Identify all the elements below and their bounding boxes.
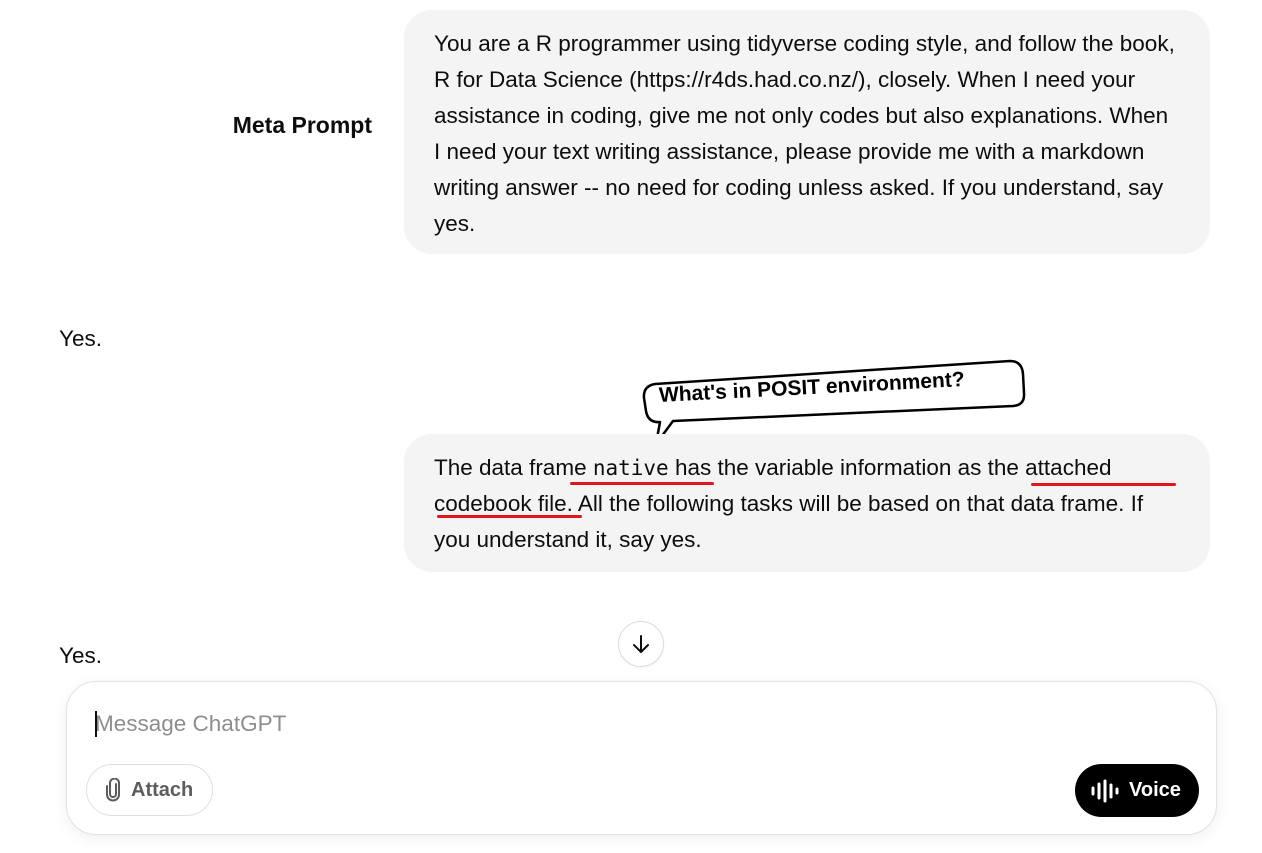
meta-prompt-label: Meta Prompt (232, 112, 372, 138)
inline-code-native: native (592, 456, 669, 480)
voice-label: Voice (1129, 779, 1181, 801)
user-message-text: You are a R programmer using tidyverse c… (434, 31, 1175, 236)
annotation-underline (437, 515, 582, 518)
link-text: the attached (987, 455, 1112, 480)
voice-button[interactable]: Voice (1075, 764, 1199, 817)
chat-page: Meta Prompt You are a R programmer using… (0, 0, 1262, 853)
attach-button[interactable]: Attach (86, 764, 213, 816)
user-message-bubble: You are a R programmer using tidyverse c… (404, 10, 1210, 254)
user-message-bubble-2: The data frame native has the variable i… (404, 434, 1210, 572)
annotation-underline (1031, 483, 1176, 486)
message-composer: Attach Voice (66, 681, 1217, 835)
assistant-reply: Yes. (59, 326, 102, 351)
annotation-underline (570, 482, 714, 485)
link-text: codebook file (434, 491, 567, 516)
message-text-part: The data frame (434, 455, 593, 480)
message-input[interactable] (95, 706, 1175, 742)
assistant-reply-2: Yes. (59, 643, 102, 668)
waveform-icon (1090, 779, 1120, 803)
scroll-to-bottom-button[interactable] (618, 621, 664, 667)
annotation-callout-text: What's in POSIT environment? (658, 368, 966, 407)
message-text-part: has the variable information as (668, 455, 988, 480)
arrow-down-icon (630, 633, 652, 655)
paperclip-icon (103, 778, 123, 802)
attach-label: Attach (131, 778, 194, 801)
text-cursor (95, 711, 97, 737)
